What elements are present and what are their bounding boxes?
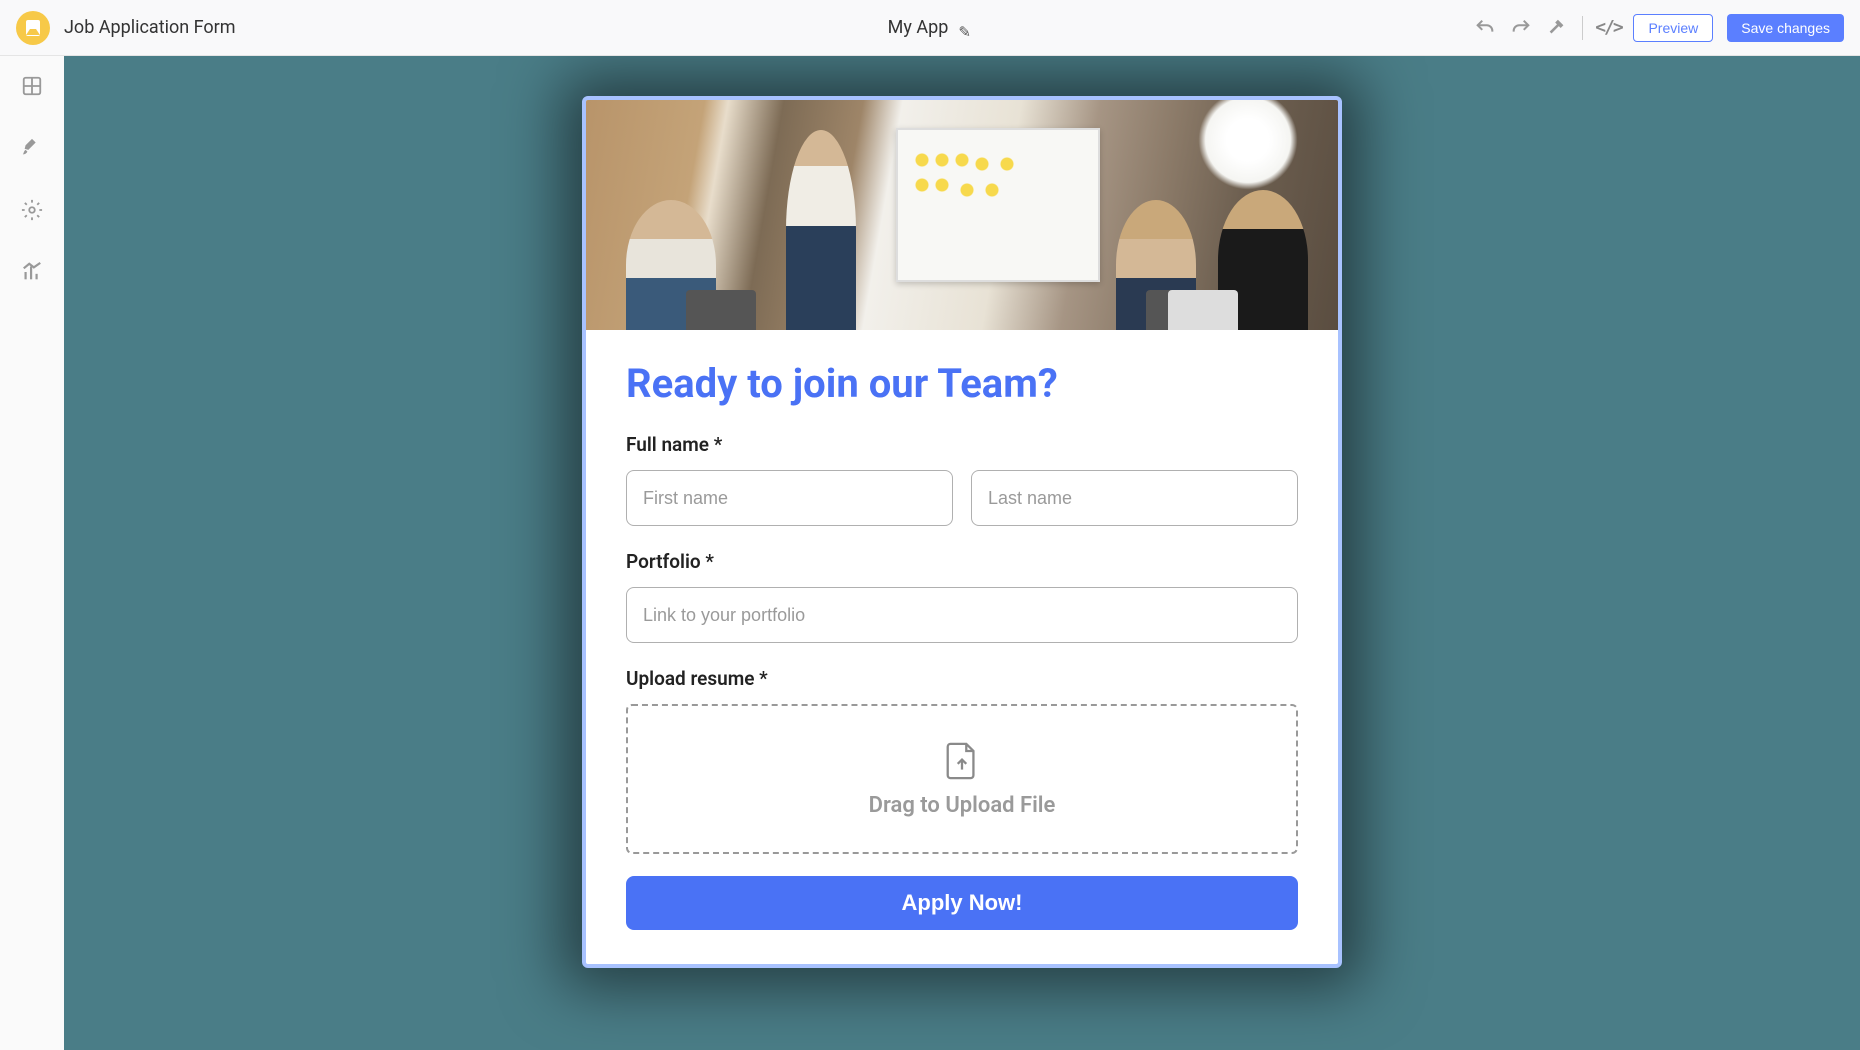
save-changes-button[interactable]: Save changes	[1727, 14, 1844, 42]
upload-zone-text: Drag to Upload File	[869, 793, 1056, 818]
brush-icon[interactable]	[20, 136, 44, 160]
code-icon[interactable]: </>	[1597, 17, 1619, 39]
name-row	[626, 470, 1298, 526]
apply-now-button[interactable]: Apply Now!	[626, 876, 1298, 930]
last-name-input[interactable]	[971, 470, 1298, 526]
preview-button[interactable]: Preview	[1633, 14, 1713, 42]
form-card[interactable]: Ready to join our Team? Full name * Port…	[582, 96, 1342, 968]
file-upload-icon	[944, 741, 980, 781]
upload-dropzone[interactable]: Drag to Upload File	[626, 704, 1298, 854]
portfolio-label: Portfolio *	[626, 550, 1298, 573]
top-header: Job Application Form My App </> Preview …	[0, 0, 1860, 56]
header-actions: </> Preview Save changes	[1474, 14, 1844, 42]
project-title-group: My App	[888, 17, 973, 38]
gear-icon[interactable]	[20, 198, 44, 222]
left-sidebar	[0, 56, 64, 1050]
project-title: My App	[888, 17, 949, 38]
grid-icon[interactable]	[20, 74, 44, 98]
edit-title-icon[interactable]	[958, 21, 972, 35]
redo-icon[interactable]	[1510, 17, 1532, 39]
full-name-label: Full name *	[626, 433, 1298, 456]
form-body: Ready to join our Team? Full name * Port…	[586, 330, 1338, 964]
app-title: Job Application Form	[64, 17, 236, 38]
analytics-icon[interactable]	[20, 260, 44, 284]
divider	[1582, 16, 1583, 40]
portfolio-input[interactable]	[626, 587, 1298, 643]
hammer-icon[interactable]	[1546, 17, 1568, 39]
undo-icon[interactable]	[1474, 17, 1496, 39]
first-name-input[interactable]	[626, 470, 953, 526]
hero-image	[586, 100, 1338, 330]
canvas-area[interactable]: Ready to join our Team? Full name * Port…	[64, 56, 1860, 1050]
upload-resume-label: Upload resume *	[626, 667, 1298, 690]
form-heading: Ready to join our Team?	[626, 360, 1298, 407]
app-logo	[16, 11, 50, 45]
